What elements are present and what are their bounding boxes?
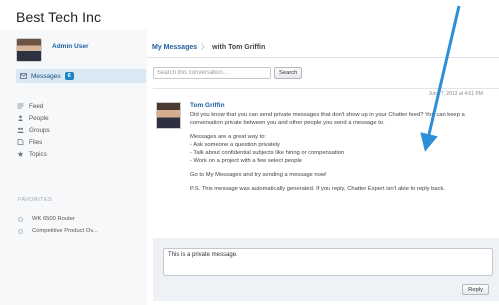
sidebar-item-feed[interactable]: Feed [17, 100, 50, 112]
message-body: Did you know that you can send private m… [190, 111, 480, 199]
favorite-item[interactable]: Competitive Product Ov... [18, 225, 98, 237]
main-panel: My Messages 〉 with Tom Griffin Search Ju… [147, 30, 499, 305]
user-profile[interactable]: Admin User [16, 38, 88, 62]
unread-count-badge: 6 [64, 72, 74, 80]
sidebar-item-messages[interactable]: Messages 6 [16, 69, 146, 83]
breadcrumb-current: with Tom Griffin [212, 43, 266, 51]
groups-icon [17, 127, 24, 133]
bullet-icon [18, 216, 23, 222]
sidebar-item-files[interactable]: Files [17, 136, 50, 148]
breadcrumb-separator: 〉 [201, 44, 209, 51]
breadcrumb: My Messages 〉 with Tom Griffin [152, 42, 265, 52]
bullet-icon [18, 228, 23, 234]
favorites-header: FAVORITES [18, 197, 53, 203]
sidebar-item-topics[interactable]: Topics [17, 148, 50, 160]
sender-avatar[interactable] [156, 102, 181, 129]
message-timestamp: June 7, 2013 at 4:01 PM [428, 91, 483, 97]
search-input[interactable] [157, 70, 261, 76]
search-button[interactable]: Search [274, 67, 303, 79]
message-paragraph: Go to My Messages and try sending a mess… [190, 172, 327, 178]
envelope-icon [20, 73, 27, 79]
reply-button[interactable]: Reply [462, 284, 489, 295]
sidebar-item-label: Groups [29, 126, 50, 134]
divider [147, 57, 499, 58]
sender-name-link[interactable]: Tom Griffin [190, 102, 225, 109]
message-thread: June 7, 2013 at 4:01 PM Tom Griffin Did … [153, 88, 499, 301]
breadcrumb-my-messages-link[interactable]: My Messages [152, 44, 197, 51]
conversation-search: Search [153, 67, 303, 79]
favorite-item[interactable]: WK 6500 Router [18, 213, 98, 225]
sidebar: Admin User Messages 6 Feed People Groups [0, 30, 147, 305]
sidebar-item-label: Feed [29, 102, 44, 110]
reply-input[interactable]: This is a private message. [163, 248, 493, 276]
feed-icon [17, 103, 24, 109]
avatar[interactable] [16, 38, 42, 62]
sidebar-item-groups[interactable]: Groups [17, 124, 50, 136]
favorite-label: Competitive Product Ov... [32, 228, 98, 234]
sidebar-item-label: Files [29, 138, 43, 146]
sidebar-item-people[interactable]: People [17, 112, 50, 124]
sidebar-item-label: Messages [31, 72, 61, 80]
message-paragraph: Messages are a great way to: - Ask someo… [190, 134, 345, 164]
search-field[interactable] [153, 67, 271, 79]
message-paragraph: P.S. This message was automatically gene… [190, 186, 446, 192]
person-icon [17, 115, 23, 121]
sidebar-item-label: Topics [29, 150, 47, 158]
topics-icon [17, 151, 24, 157]
favorite-label: WK 6500 Router [32, 216, 75, 222]
message-paragraph: Did you know that you can send private m… [190, 112, 465, 126]
app-title: Best Tech Inc [16, 9, 102, 25]
user-name-link[interactable]: Admin User [52, 43, 88, 50]
file-icon [17, 139, 24, 145]
reply-area: This is a private message. Reply [153, 238, 499, 301]
sidebar-item-label: People [29, 114, 49, 122]
favorites-list: WK 6500 Router Competitive Product Ov... [18, 213, 98, 237]
sidebar-nav: Feed People Groups Files Topics [17, 100, 50, 160]
